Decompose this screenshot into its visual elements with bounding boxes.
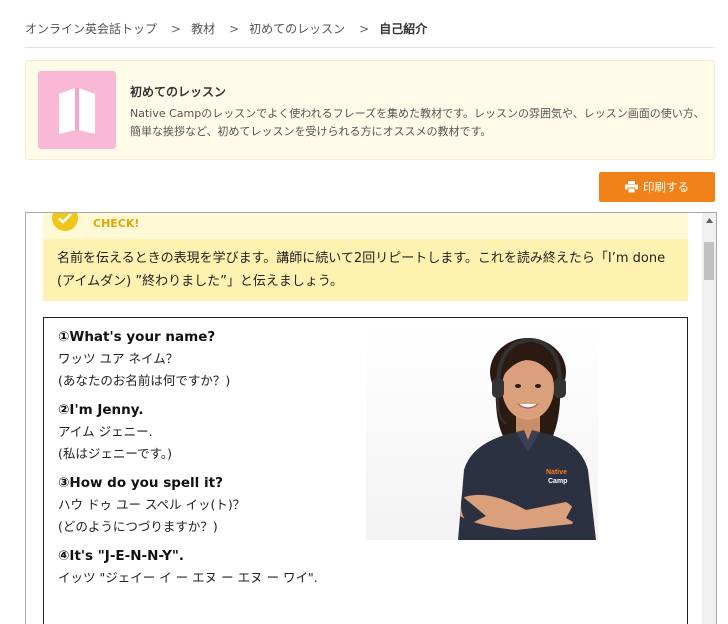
divider (25, 47, 715, 48)
check-instructions: 名前を伝えるときの表現を学びます。講師に続いて2回リピートします。これを読み終え… (57, 251, 666, 289)
breadcrumb-item-first-lesson[interactable]: 初めてのレッスン (249, 20, 345, 37)
lesson-content-frame[interactable]: CHECK! 名前を伝えるときの表現を学びます。講師に続いて2回リピートします。… (25, 212, 717, 624)
check-mark-icon (52, 213, 78, 231)
print-button[interactable]: 印刷する (599, 172, 715, 202)
breadcrumb-item-top[interactable]: オンライン英会話トップ (25, 20, 157, 37)
print-button-label: 印刷する (643, 180, 689, 194)
check-box: CHECK! 名前を伝えるときの表現を学びます。講師に続いて2回リピートします。… (43, 213, 688, 301)
teacher-photo: Native Camp (366, 320, 598, 540)
shirt-logo-line2: Camp (548, 478, 567, 485)
breadcrumb: オンライン英会話トップ > 教材 > 初めてのレッスン > 自己紹介 (25, 20, 427, 37)
scrollbar-thumb[interactable] (704, 242, 714, 280)
phrase-box: ①What's your name? ワッツ ユア ネイム？ (あなたのお名前は… (43, 317, 688, 624)
phrase-katakana: アイム ジェニー. (58, 424, 153, 439)
phrase-japanese: (どのようにつづりますか？) (58, 519, 218, 534)
breadcrumb-separator: > (359, 21, 370, 36)
course-description: Native Campのレッスンでよく使われるフレーズを集めた教材です。レッスン… (130, 107, 705, 138)
phrase-english: ①What's your name? (58, 329, 216, 345)
phrase-katakana: ハウ ドゥ ユー スペル イッ(ト)？ (58, 497, 246, 512)
breadcrumb-item-materials[interactable]: 教材 (191, 20, 215, 37)
phrase-katakana: イッツ "ジェイー イ ー エヌ ー エヌ ー ワイ". (58, 570, 318, 585)
phrase-list: ①What's your name? ワッツ ユア ネイム？ (あなたのお名前は… (58, 326, 358, 596)
phrase-english: ④It's "J-E-N-N-Y". (58, 548, 185, 564)
printer-icon (625, 181, 638, 193)
breadcrumb-separator: > (229, 21, 240, 36)
breadcrumb-separator: > (171, 21, 182, 36)
scrollbar-track[interactable] (702, 213, 716, 624)
teacher-illustration: Native Camp (458, 337, 596, 540)
phrase-item: ③How do you spell it? ハウ ドゥ ユー スペル イッ(ト)… (58, 472, 358, 538)
phrase-item: ④It's "J-E-N-N-Y". イッツ "ジェイー イ ー エヌ ー エヌ… (58, 545, 358, 589)
phrase-item: ②I'm Jenny. アイム ジェニー. (私はジェニーです。) (58, 399, 358, 465)
course-title: 初めてのレッスン (130, 85, 227, 99)
phrase-english: ③How do you spell it? (58, 475, 223, 491)
check-label: CHECK! (93, 217, 140, 230)
material-page: オンライン英会話トップ > 教材 > 初めてのレッスン > 自己紹介 初めてのレ… (0, 0, 728, 624)
breadcrumb-current: 自己紹介 (379, 22, 428, 36)
course-info-card: 初めてのレッスン Native Campのレッスンでよく使われるフレーズを集めた… (25, 60, 715, 160)
scroll-up-button[interactable] (702, 213, 716, 227)
phrase-item: ①What's your name? ワッツ ユア ネイム？ (あなたのお名前は… (58, 326, 358, 392)
arrow-up-icon (705, 217, 713, 223)
shirt-logo-line1: Native (546, 469, 567, 476)
book-icon (59, 88, 95, 134)
phrase-japanese: (私はジェニーです。) (58, 446, 173, 461)
course-thumbnail (38, 71, 116, 149)
phrase-katakana: ワッツ ユア ネイム？ (58, 351, 179, 366)
check-header: CHECK! (43, 213, 688, 239)
phrase-japanese: (あなたのお名前は何ですか？) (58, 373, 231, 388)
phrase-english: ②I'm Jenny. (58, 402, 144, 418)
